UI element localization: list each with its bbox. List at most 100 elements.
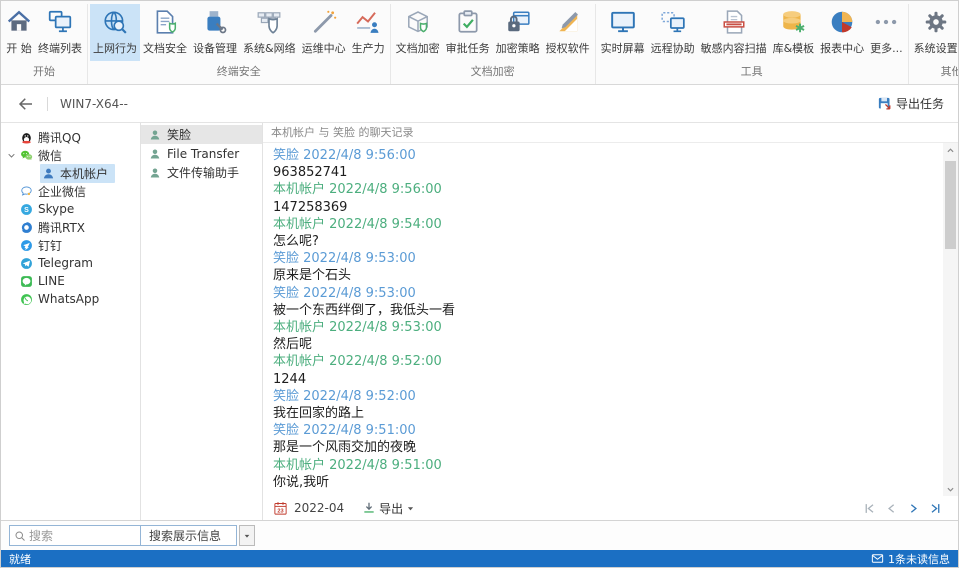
ribbon-group: 开 始终端列表 开始 (1, 4, 88, 84)
scroll-up-button[interactable] (943, 143, 958, 157)
chat-message: 本机帐户 2022/4/8 9:51:00 你说,我听 (273, 457, 933, 491)
back-button[interactable] (17, 95, 35, 113)
sidebar-item-wecom[interactable]: 企业微信 (1, 182, 140, 200)
ribbon-item-productivity[interactable]: 生产力 (349, 4, 388, 61)
sidebar-item-line[interactable]: LINE (1, 272, 140, 290)
ribbon-item-home[interactable]: 开 始 (3, 4, 35, 61)
ribbon-item-approval-task[interactable]: 审批任务 (443, 4, 493, 61)
ribbon-item-label: 生产力 (351, 42, 385, 55)
contact-item[interactable]: 文件传输助手 (141, 163, 262, 182)
contact-person-icon (149, 167, 161, 179)
chevron-down-icon[interactable] (5, 149, 18, 161)
ribbon-item-doc-encrypt[interactable]: 文档加密 (393, 4, 443, 61)
message-sender-time: 本机帐户 2022/4/8 9:51:00 (273, 457, 442, 473)
ribbon-groups: 开 始终端列表 开始 上网行为 文档安全 设备管理 系统&网络 运维中心 生产力终端安全 文档加… (1, 4, 958, 84)
terminal-list-icon (47, 9, 73, 35)
sidebar-item-local-account[interactable]: 本机帐户 (1, 163, 140, 183)
ribbon-item-remote-assist[interactable]: 远程协助 (648, 4, 698, 61)
chat-scrollbar[interactable] (943, 143, 958, 496)
ribbon-item-terminal-list[interactable]: 终端列表 (35, 4, 85, 61)
ribbon-item-label: 实时屏幕 (600, 42, 645, 55)
qq-icon (20, 131, 33, 144)
svg-text:S: S (24, 207, 29, 214)
ribbon-item-more[interactable]: 更多... (867, 4, 906, 61)
chat-message: 笑脸 2022/4/8 9:53:00 被一个东西绊倒了，我低头一看 (273, 285, 933, 319)
message-text: 我在回家的路上 (273, 406, 365, 422)
next-page-icon[interactable] (907, 502, 920, 515)
ribbon-item-settings[interactable]: 系统设置 (911, 4, 958, 61)
device-mgmt-icon (202, 9, 228, 35)
chat-message: 笑脸 2022/4/8 9:53:00 原来是个石头 (273, 250, 933, 284)
ribbon-item-system-network[interactable]: 系统&网络 (240, 4, 299, 61)
first-page-icon[interactable] (863, 502, 876, 515)
message-sender-time: 本机帐户 2022/4/8 9:53:00 (273, 320, 442, 336)
ribbon-item-library-template[interactable]: 库&模板 (770, 4, 818, 61)
calendar-icon[interactable]: 23 (273, 501, 288, 516)
ribbon-item-report-center[interactable]: 报表中心 (817, 4, 867, 61)
sidebar-item-rtx[interactable]: 腾讯RTX (1, 218, 140, 236)
ribbon-group-label: 终端安全 (216, 65, 261, 78)
export-disk-icon (877, 96, 892, 111)
sidebar-item-telegram[interactable]: Telegram (1, 254, 140, 272)
dingtalk-icon (20, 239, 33, 252)
ribbon-item-ops-center[interactable]: 运维中心 (299, 4, 349, 61)
account-person-icon (42, 167, 55, 180)
ribbon-item-web-behavior[interactable]: 上网行为 (90, 4, 140, 61)
ribbon-item-label: 敏感内容扫描 (700, 42, 767, 55)
sidebar-item-label: 企业微信 (38, 184, 87, 199)
ribbon-item-label: 审批任务 (445, 42, 490, 55)
sidebar-item-label: 微信 (38, 148, 63, 163)
scrollbar-thumb[interactable] (945, 161, 956, 249)
ribbon-toolbar: 开 始终端列表 开始 上网行为 文档安全 设备管理 系统&网络 运维中心 生产力终端安全 文档加… (1, 1, 958, 85)
telegram-icon (20, 257, 33, 270)
sidebar-item-label: Skype (38, 202, 75, 216)
app-sidebar: 腾讯QQ 微信 本机帐户 企业微信 S Skype 腾讯RTX 钉钉 Telegram LINE W… (1, 123, 141, 520)
search-input-box[interactable] (9, 525, 141, 546)
sidebar-item-label: LINE (38, 274, 65, 288)
sidebar-item-wechat[interactable]: 微信 (1, 146, 140, 164)
message-text: 963852741 (273, 165, 348, 181)
unread-message-indicator[interactable]: 1条未读信息 (871, 551, 950, 567)
export-task-label: 导出任务 (895, 97, 944, 111)
chat-message: 本机帐户 2022/4/8 9:53:00 然后呢 (273, 319, 933, 353)
month-selector[interactable]: 2022-04 (294, 501, 344, 515)
skype-icon: S (20, 203, 33, 216)
ribbon-item-realtime-screen[interactable]: 实时屏幕 (598, 4, 648, 61)
contact-item[interactable]: File Transfer (141, 144, 262, 163)
main-content: 腾讯QQ 微信 本机帐户 企业微信 S Skype 腾讯RTX 钉钉 Telegram LINE W… (1, 123, 958, 520)
search-display-option[interactable]: 搜索展示信息 (141, 525, 237, 546)
contact-item[interactable]: 笑脸 (141, 125, 262, 144)
download-icon (362, 501, 376, 515)
message-sender-time: 笑脸 2022/4/8 9:53:00 (273, 285, 416, 301)
doc-security-icon (152, 9, 178, 35)
contact-list: 笑脸 File Transfer 文件传输助手 (141, 123, 263, 520)
last-page-icon[interactable] (929, 502, 942, 515)
sidebar-item-whatsapp[interactable]: WhatsApp (1, 290, 140, 308)
sidebar-item-skype[interactable]: S Skype (1, 200, 140, 218)
export-task-button[interactable]: 导出任务 (877, 95, 944, 112)
search-display-dropdown-button[interactable] (239, 525, 255, 546)
chat-message: 本机帐户 2022/4/8 9:54:00 怎么呢? (273, 216, 933, 250)
prev-page-icon[interactable] (885, 502, 898, 515)
chat-message: 本机帐户 2022/4/8 9:52:00 1244 (273, 353, 933, 387)
sidebar-item-qq[interactable]: 腾讯QQ (1, 128, 140, 146)
ribbon-item-encrypt-policy[interactable]: 加密策略 (493, 4, 543, 61)
ribbon-item-device-mgmt[interactable]: 设备管理 (190, 4, 240, 61)
chat-message: 笑脸 2022/4/8 9:52:00 我在回家的路上 (273, 388, 933, 422)
search-input[interactable] (29, 528, 136, 543)
message-sender-time: 笑脸 2022/4/8 9:53:00 (273, 251, 416, 267)
export-button[interactable]: 导出 (362, 500, 415, 517)
caret-down-icon (406, 504, 415, 513)
wechat-icon (20, 149, 33, 162)
ribbon-item-sensitive-scan[interactable]: 敏感内容扫描 (698, 4, 770, 61)
sidebar-item-dingtalk[interactable]: 钉钉 (1, 236, 140, 254)
ribbon-item-label: 系统&网络 (243, 42, 296, 55)
ribbon-item-label: 更多... (870, 42, 903, 55)
ribbon-item-label: 开 始 (6, 42, 32, 55)
ribbon-item-doc-security[interactable]: 文档安全 (140, 4, 190, 61)
ribbon-item-label: 终端列表 (38, 42, 82, 55)
scroll-down-button[interactable] (943, 482, 958, 496)
ribbon-item-licensed-software[interactable]: 授权软件 (543, 4, 593, 61)
